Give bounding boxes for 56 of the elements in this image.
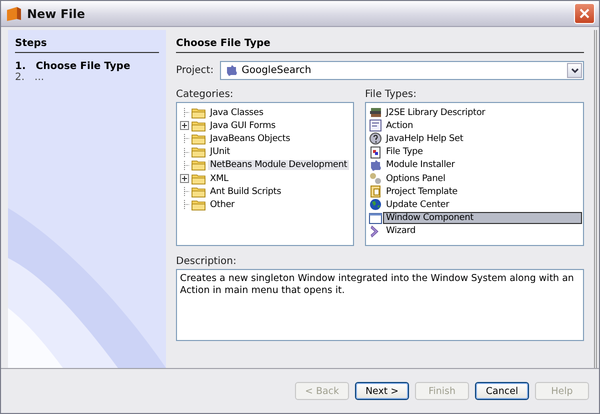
- window-title: New File: [27, 6, 86, 20]
- puzzle-icon: [369, 158, 382, 172]
- category-item[interactable]: Ant Build Scripts: [208, 186, 284, 197]
- steps-heading: Steps: [15, 38, 159, 53]
- dialog-button[interactable]: Next >: [355, 382, 409, 400]
- category-item[interactable]: Java GUI Forms: [208, 120, 278, 131]
- file-type-item[interactable]: JavaHelp Help Set: [384, 134, 466, 144]
- category-item[interactable]: JavaBeans Objects: [208, 134, 292, 144]
- description-label: Description:: [176, 256, 238, 267]
- folder-icon: [191, 198, 206, 211]
- folder-icon: [191, 172, 206, 185]
- file-type-item[interactable]: Action: [384, 120, 415, 131]
- expand-icon[interactable]: [180, 121, 189, 130]
- category-item[interactable]: XML: [208, 174, 230, 184]
- file-type-item[interactable]: File Type: [384, 147, 425, 158]
- folder-icon: [191, 132, 206, 145]
- file-type-item[interactable]: Module Installer: [384, 160, 457, 170]
- folder-icon: [191, 120, 206, 132]
- dialog-button[interactable]: Cancel: [475, 382, 529, 400]
- file-type-item[interactable]: J2SE Library Descriptor: [384, 108, 488, 118]
- window-icon: [369, 212, 382, 225]
- file-type-item[interactable]: Update Center: [384, 200, 452, 210]
- dropdown-button[interactable]: [567, 63, 582, 78]
- app-icon: [6, 6, 22, 22]
- folder-icon: [191, 159, 206, 172]
- folder-icon: [191, 146, 206, 158]
- form-icon: [369, 119, 382, 132]
- puzzle-icon: [224, 64, 238, 77]
- folder-icon: [191, 106, 206, 119]
- chevron-down-icon: [570, 68, 578, 74]
- file-type-item[interactable]: Project Template: [384, 186, 460, 197]
- gears-icon: [369, 172, 382, 186]
- project-label: Project:: [176, 65, 214, 76]
- globe-icon: [369, 198, 382, 212]
- category-item[interactable]: Other: [208, 200, 237, 210]
- template-icon: [369, 185, 382, 198]
- description-text: Creates a new singleton Window integrated into the Window System along with an Action in main menu that opens it.: [176, 269, 584, 341]
- step-item: 1. Choose File Type: [15, 61, 132, 72]
- expand-icon[interactable]: [180, 174, 189, 184]
- step-item: 2. ...: [15, 72, 46, 83]
- books-icon: [369, 106, 382, 120]
- folder-icon: [191, 186, 206, 198]
- file-types-label: File Types:: [365, 89, 418, 100]
- file-type-item[interactable]: Window Component: [384, 213, 581, 224]
- category-item[interactable]: Java Classes: [208, 108, 266, 118]
- close-button[interactable]: [574, 3, 595, 24]
- document-icon: [369, 146, 382, 159]
- panel-heading: Choose File Type: [176, 38, 584, 53]
- help-icon: [369, 132, 382, 146]
- category-item[interactable]: NetBeans Module Development: [208, 160, 350, 170]
- category-item[interactable]: JUnit: [208, 147, 232, 158]
- file-type-item[interactable]: Options Panel: [384, 174, 448, 184]
- categories-label: Categories:: [176, 89, 234, 100]
- file-type-item[interactable]: Wizard: [384, 226, 418, 236]
- close-icon: [579, 8, 590, 19]
- project-dropdown[interactable]: GoogleSearch: [220, 61, 584, 80]
